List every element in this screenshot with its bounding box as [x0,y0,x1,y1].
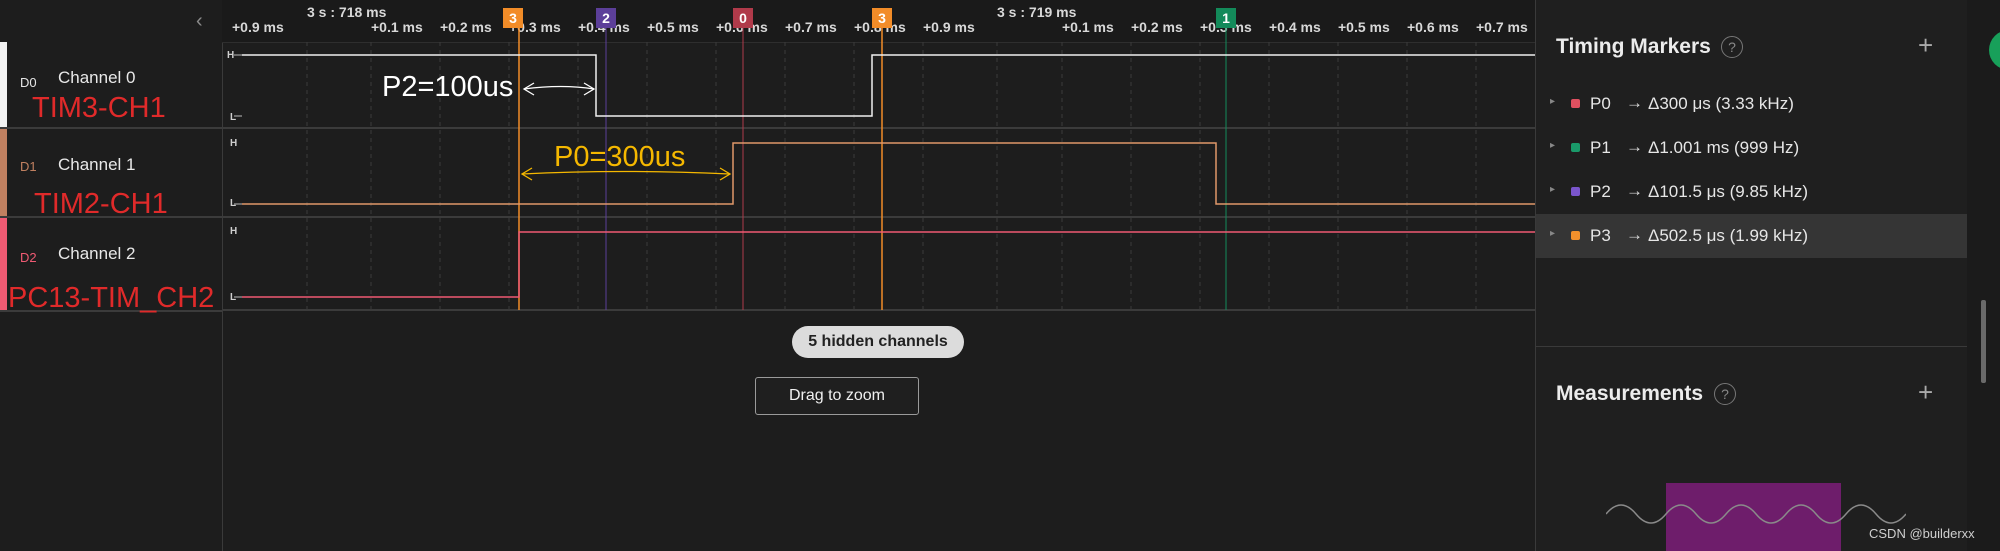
marker-delta-value: Δ300 μs (3.33 kHz) [1648,94,1794,113]
marker-delta-value: Δ502.5 μs (1.99 kHz) [1648,226,1809,245]
wave-illustration-icon [1606,504,1906,524]
marker-row-p0[interactable]: ▸ P0 → Δ300 μs (3.33 kHz) [1536,82,1968,126]
marker-name: P1 [1590,138,1611,157]
drag-to-zoom-hint[interactable]: Drag to zoom [755,377,919,415]
channel-annotation: TIM3-CH1 [32,92,166,124]
svg-text:H: H [227,50,234,61]
p2-annotation: P2=100us [382,71,513,103]
add-marker-icon[interactable]: + [1918,30,1933,61]
arrow-right-icon: → [1626,137,1643,156]
marker-row-p2[interactable]: ▸ P2 → Δ101.5 μs (9.85 kHz) [1536,170,1968,214]
channel-color-strip [0,218,7,310]
channel-code: D0 [20,75,37,90]
channel-color-strip [0,42,7,127]
p0-annotation: P0=300us [554,141,685,173]
marker-color-icon [1571,99,1580,108]
marker-color-icon [1571,231,1580,240]
channel-label-panel: ‹ D0 Channel 0 TIM3-CH1 D1 Channel 1 TIM… [0,0,223,551]
arrow-right-icon: → [1626,225,1643,244]
marker-name: P2 [1590,182,1611,201]
timing-markers-title: Timing Markers [1556,35,1711,58]
waveform-canvas[interactable]: HL HL HL P2=100us P0=300us [222,0,1535,551]
svg-text:L: L [230,112,236,123]
channel-name[interactable]: Channel 2 [58,244,136,264]
marker-color-icon [1571,143,1580,152]
expand-caret-icon[interactable]: ▸ [1550,140,1555,151]
collapse-sidebar-icon[interactable]: ‹ [196,10,203,33]
expand-caret-icon[interactable]: ▸ [1550,96,1555,107]
analysis-sidebar: Timing Markers ? + ▸ P0 → Δ300 μs (3.33 … [1535,0,1968,551]
scrollbar-thumb[interactable] [1981,300,1986,383]
marker-delta-value: Δ1.001 ms (999 Hz) [1648,138,1800,157]
p2-arrow [522,82,596,96]
marker-name: P0 [1590,94,1611,113]
help-icon[interactable]: ? [1721,36,1743,58]
channel-row-2[interactable]: D2 Channel 2 PC13-TIM_CH2 [0,218,222,314]
section-divider [1536,346,1968,347]
channel-name[interactable]: Channel 1 [58,155,136,175]
svg-text:H: H [230,226,237,237]
hidden-channels-button[interactable]: 5 hidden channels [792,326,964,358]
level-labels: HL HL HL [227,50,237,303]
marker-color-icon [1571,187,1580,196]
marker-delta-value: Δ101.5 μs (9.85 kHz) [1648,182,1809,201]
measurements-title: Measurements [1556,382,1704,405]
watermark: CSDN @builderxx [1869,526,1975,541]
add-measurement-icon[interactable]: + [1918,377,1933,408]
waveform-channel-2 [242,231,1535,298]
channel-name[interactable]: Channel 0 [58,68,136,88]
expand-caret-icon[interactable]: ▸ [1550,184,1555,195]
svg-text:H: H [230,138,237,149]
waveform-timeline[interactable]: 3 s : 718 ms 3 s : 719 ms +0.9 ms +0.1 m… [222,0,1535,551]
channel-code: D1 [20,159,37,174]
marker-name: P3 [1590,226,1611,245]
channel-annotation: PC13-TIM_CH2 [8,282,215,314]
channel-row-1[interactable]: D1 Channel 1 TIM2-CH1 [0,129,222,220]
status-indicator-icon [1989,30,2000,70]
channel-annotation: TIM2-CH1 [34,188,168,220]
channel-code: D2 [20,250,37,265]
help-icon[interactable]: ? [1714,383,1736,405]
waveform-channel-1 [242,142,1535,205]
marker-row-p3[interactable]: ▸ P3 → Δ502.5 μs (1.99 kHz) [1536,214,1968,258]
expand-caret-icon[interactable]: ▸ [1550,228,1555,239]
channel-color-strip [0,129,7,216]
scrollbar-area[interactable] [1967,0,2000,551]
arrow-right-icon: → [1626,93,1643,112]
arrow-right-icon: → [1626,181,1643,200]
marker-row-p1[interactable]: ▸ P1 → Δ1.001 ms (999 Hz) [1536,126,1968,170]
channel-row-0[interactable]: D0 Channel 0 TIM3-CH1 [0,42,222,129]
